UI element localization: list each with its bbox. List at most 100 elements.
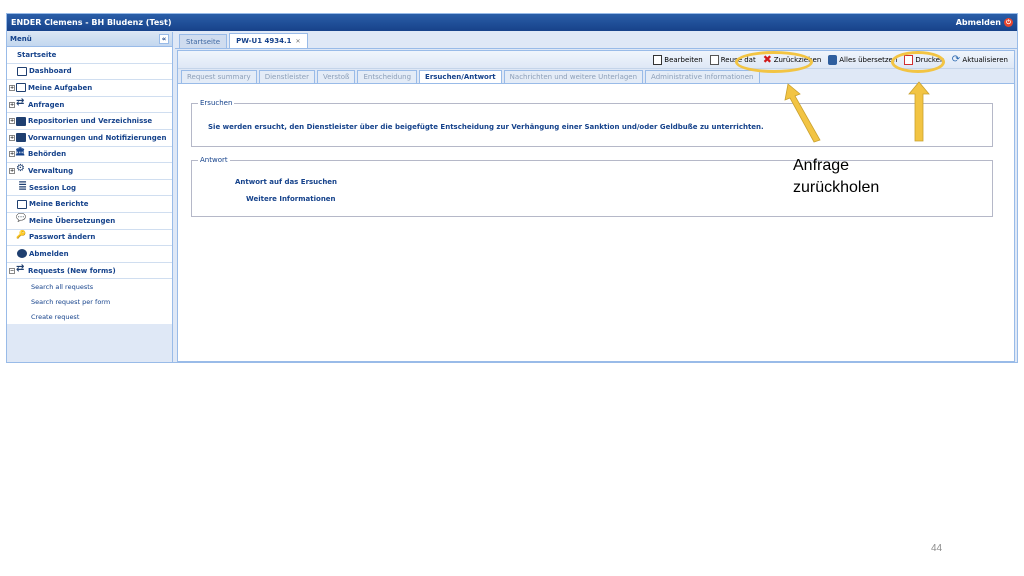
- weitere-informationen-link[interactable]: Weitere Informationen: [246, 195, 336, 203]
- detail-tabs: Request summary Dienstleister Verstoß En…: [178, 69, 1014, 84]
- annotation-text: Anfrage zurückholen: [793, 155, 879, 199]
- sidebar-item-meine-berichte[interactable]: Meine Berichte: [7, 196, 172, 213]
- sidebar-item-label: Passwort ändern: [29, 233, 96, 242]
- tab-entscheidung[interactable]: Entscheidung: [357, 70, 418, 83]
- translate-all-button[interactable]: Alles übersetzen: [828, 54, 898, 65]
- sidebar-item-vorwarnungen[interactable]: + Vorwarnungen und Notifizierungen: [7, 130, 172, 147]
- logout-button[interactable]: Abmelden ⏻: [956, 18, 1013, 27]
- tab-nachrichten[interactable]: Nachrichten und weitere Unterlagen: [503, 70, 644, 83]
- sidebar-item-label: Repositorien und Verzeichnisse: [28, 117, 153, 126]
- edit-icon: [653, 54, 663, 65]
- edit-button[interactable]: Bearbeiten: [653, 54, 703, 65]
- sidebar-item-label: Behörden: [28, 150, 67, 159]
- sidebar-item-label: Meine Übersetzungen: [29, 216, 116, 225]
- tab-verstoss[interactable]: Verstoß: [316, 70, 356, 83]
- sidebar-item-label: Abmelden: [29, 249, 69, 258]
- withdraw-highlight: [735, 51, 813, 73]
- antwort-auf-ersuchen-link[interactable]: Antwort auf das Ersuchen: [235, 178, 337, 186]
- sidebar-item-label: Startseite: [17, 50, 57, 59]
- window-title: ENDER Clemens - BH Bludenz (Test): [11, 18, 172, 27]
- repository-icon: [16, 116, 26, 126]
- key-icon: [16, 230, 27, 242]
- title-bar: ENDER Clemens - BH Bludenz (Test) Abmeld…: [7, 14, 1017, 31]
- sidebar-header: Menü «: [7, 32, 172, 47]
- tab-startseite[interactable]: Startseite: [179, 34, 228, 48]
- edit-label: Bearbeiten: [664, 55, 703, 64]
- page-number: 44: [931, 543, 943, 554]
- sidebar: Menü « Startseite Dashboard + Meine Aufg…: [7, 32, 173, 362]
- document-tabs: Startseite PW-U1 4934.1 ✕: [175, 32, 1017, 49]
- exchange-arrows-icon: [16, 97, 26, 109]
- ersuchen-fieldset: Ersuchen Sie werden ersucht, den Dienstl…: [191, 99, 993, 147]
- arrow-to-withdraw: [784, 83, 821, 143]
- sidebar-item-label: Meine Aufgaben: [28, 83, 93, 92]
- expand-icon[interactable]: +: [9, 134, 15, 141]
- chat-bubble-icon: [828, 54, 838, 65]
- sidebar-item-label: Verwaltung: [28, 166, 74, 175]
- main-area: Startseite PW-U1 4934.1 ✕ Bearbeiten Reu…: [175, 32, 1017, 362]
- sidebar-item-meine-aufgaben[interactable]: + Meine Aufgaben: [7, 80, 172, 97]
- dashboard-icon: [17, 66, 27, 76]
- sidebar-item-meine-uebersetzungen[interactable]: Meine Übersetzungen: [7, 213, 172, 230]
- sidebar-item-label: Vorwarnungen und Notifizierungen: [28, 133, 167, 142]
- sidebar-item-label: Session Log: [29, 183, 77, 192]
- refresh-label: Aktualisieren: [962, 55, 1008, 64]
- translate-all-label: Alles übersetzen: [839, 55, 898, 64]
- gear-icon: [16, 163, 26, 175]
- print-highlight: [891, 51, 945, 73]
- copy-icon: [709, 54, 719, 65]
- tab-administrative-informationen[interactable]: Administrative Informationen: [645, 70, 760, 83]
- expand-icon[interactable]: +: [9, 167, 15, 174]
- sidebar-item-label: Dashboard: [29, 67, 72, 76]
- power-icon: ⏻: [1004, 18, 1013, 27]
- toolbar: Bearbeiten Reuse dat ✖ Zurückziehen Alle…: [178, 51, 1014, 69]
- tab-request-summary[interactable]: Request summary: [181, 70, 257, 83]
- tab-pw-u1[interactable]: PW-U1 4934.1 ✕: [229, 33, 308, 48]
- list-icon: [17, 179, 27, 192]
- ersuchen-legend: Ersuchen: [198, 99, 235, 107]
- tab-ersuchen-antwort[interactable]: Ersuchen/Antwort: [419, 70, 502, 83]
- report-icon: [17, 199, 27, 209]
- sidebar-item-dashboard[interactable]: Dashboard: [7, 64, 172, 81]
- refresh-icon: ⟳: [951, 53, 961, 65]
- sidebar-subitem-search-all[interactable]: Search all requests: [7, 279, 172, 295]
- slide: ENDER Clemens - BH Bludenz (Test) Abmeld…: [0, 0, 1024, 576]
- sidebar-item-passwort-aendern[interactable]: Passwort ändern: [7, 230, 172, 247]
- collapse-icon[interactable]: −: [9, 267, 15, 274]
- annotation-line-2: zurückholen: [793, 179, 880, 196]
- sidebar-item-repositorien[interactable]: + Repositorien und Verzeichnisse: [7, 113, 172, 130]
- sidebar-item-requests-new-forms[interactable]: − Requests (New forms): [7, 263, 172, 280]
- tasks-icon: [16, 83, 26, 93]
- expand-icon[interactable]: +: [9, 84, 15, 91]
- expand-icon[interactable]: +: [9, 101, 15, 108]
- megaphone-icon: [16, 133, 26, 143]
- sidebar-item-label: Anfragen: [28, 100, 65, 109]
- arrow-to-print: [908, 81, 930, 142]
- logout-icon: [17, 249, 27, 259]
- chat-bubble-icon: [16, 213, 27, 225]
- content-panel: Bearbeiten Reuse dat ✖ Zurückziehen Alle…: [177, 50, 1015, 362]
- sidebar-item-behoerden[interactable]: + Behörden: [7, 147, 172, 164]
- sidebar-subitem-search-per-form[interactable]: Search request per form: [7, 294, 172, 310]
- sidebar-item-anfragen[interactable]: + Anfragen: [7, 97, 172, 114]
- sidebar-item-session-log[interactable]: Session Log: [7, 179, 172, 197]
- building-icon: [15, 147, 26, 159]
- sidebar-item-verwaltung[interactable]: + Verwaltung: [7, 163, 172, 180]
- refresh-button[interactable]: ⟳ Aktualisieren: [951, 53, 1008, 65]
- sidebar-title: Menü: [10, 35, 32, 43]
- ersuchen-text: Sie werden ersucht, den Dienstleister üb…: [208, 123, 764, 131]
- sidebar-item-label: Requests (New forms): [28, 266, 116, 275]
- expand-icon[interactable]: +: [9, 118, 15, 125]
- annotation-line-1: Anfrage: [793, 157, 850, 174]
- sidebar-item-abmelden[interactable]: Abmelden: [7, 246, 172, 263]
- sidebar-item-startseite[interactable]: Startseite: [7, 47, 172, 64]
- exchange-arrows-icon: [16, 263, 26, 275]
- logout-label: Abmelden: [955, 18, 1001, 27]
- antwort-legend: Antwort: [198, 156, 230, 164]
- tab-dienstleister[interactable]: Dienstleister: [258, 70, 315, 83]
- tab-label: PW-U1 4934.1: [236, 37, 292, 45]
- tab-label: Startseite: [186, 37, 221, 46]
- sidebar-subitem-create-request[interactable]: Create request: [7, 309, 172, 325]
- collapse-sidebar-button[interactable]: «: [159, 34, 169, 44]
- close-tab-icon[interactable]: ✕: [296, 38, 301, 45]
